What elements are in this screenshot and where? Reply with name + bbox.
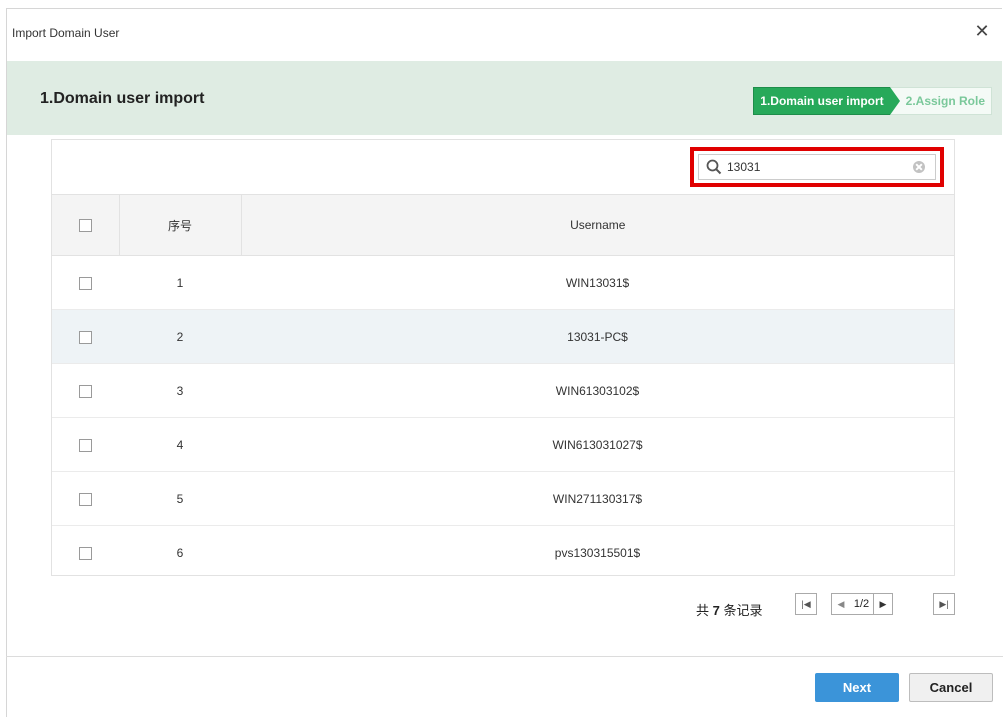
search-icon — [706, 159, 722, 175]
row-username: 13031-PC$ — [567, 329, 628, 344]
header-index: 序号 — [119, 195, 242, 256]
row-index: 4 — [176, 437, 184, 452]
next-page-icon[interactable]: ▶ — [874, 599, 892, 610]
footer-divider — [6, 656, 1003, 657]
row-checkbox-cell[interactable] — [52, 364, 119, 418]
close-icon[interactable]: ✕ — [972, 21, 992, 41]
total-count: 7 — [712, 603, 720, 618]
row-username: WIN13031$ — [565, 275, 630, 290]
total-suffix: 条记录 — [723, 603, 763, 618]
last-page-icon[interactable]: ▶| — [933, 593, 955, 615]
row-username: pvs130315501$ — [554, 545, 641, 560]
row-checkbox[interactable] — [79, 384, 92, 398]
first-page-icon[interactable]: |◀ — [795, 593, 817, 615]
row-checkbox-cell[interactable] — [52, 418, 119, 472]
cancel-button[interactable]: Cancel — [909, 673, 993, 702]
row-index: 3 — [176, 383, 184, 398]
row-checkbox-cell[interactable] — [52, 310, 119, 364]
table-row[interactable]: 2 13031-PC$ — [52, 309, 954, 364]
row-checkbox[interactable] — [79, 546, 92, 560]
search-highlight-box — [690, 147, 944, 187]
step-indicator: 1.Domain user import 2.Assign Role — [753, 87, 992, 115]
total-prefix: 共 — [696, 603, 710, 618]
pagination: 共 7 条记录 |◀ ◀ 1/2 ▶ ▶| — [0, 593, 1003, 623]
step-domain-user-import: 1.Domain user import — [753, 87, 901, 115]
row-checkbox[interactable] — [79, 330, 92, 344]
user-list-panel: 序号 Username 1 WIN13031$ 2 13031-PC$ 3 WI… — [51, 139, 955, 576]
row-index: 6 — [176, 545, 184, 560]
row-index: 5 — [176, 491, 184, 506]
row-index: 2 — [176, 329, 184, 344]
row-username: WIN613031027$ — [552, 437, 643, 452]
dialog-title: Import Domain User — [12, 26, 120, 40]
table-row[interactable]: 6 pvs130315501$ — [52, 526, 954, 580]
panel-toolbar — [52, 140, 954, 195]
table-header-row: 序号 Username — [52, 195, 954, 256]
row-checkbox[interactable] — [79, 276, 92, 290]
next-button[interactable]: Next — [815, 673, 899, 702]
table-row[interactable]: 4 WIN613031027$ — [52, 418, 954, 472]
table-row[interactable]: 3 WIN61303102$ — [52, 364, 954, 418]
table-row[interactable]: 1 WIN13031$ — [52, 256, 954, 310]
row-checkbox-cell[interactable] — [52, 472, 119, 526]
header-username: Username — [241, 195, 954, 256]
prev-page-icon[interactable]: ◀ — [832, 599, 850, 610]
page-indicator: 1/2 — [850, 594, 874, 614]
total-records: 共 7 条记录 — [696, 600, 763, 619]
search-box[interactable] — [698, 154, 936, 180]
step-assign-role: 2.Assign Role — [889, 87, 992, 115]
user-table: 序号 Username 1 WIN13031$ 2 13031-PC$ 3 WI… — [52, 195, 954, 579]
page-nav: ◀ 1/2 ▶ — [831, 593, 893, 615]
row-checkbox[interactable] — [79, 438, 92, 452]
header-select-all[interactable] — [52, 195, 120, 256]
row-username: WIN271130317$ — [552, 491, 643, 506]
row-checkbox[interactable] — [79, 492, 92, 506]
step-heading: 1.Domain user import — [40, 90, 205, 107]
row-username: WIN61303102$ — [555, 383, 640, 398]
row-index: 1 — [176, 275, 184, 290]
row-checkbox-cell[interactable] — [52, 256, 119, 310]
step-bar: 1.Domain user import 1.Domain user impor… — [7, 61, 1002, 135]
dialog-titlebar: Import Domain User ✕ — [7, 9, 1002, 61]
search-input[interactable] — [723, 160, 913, 174]
clear-icon[interactable] — [913, 161, 925, 173]
table-row[interactable]: 5 WIN271130317$ — [52, 472, 954, 526]
select-all-checkbox[interactable] — [78, 219, 92, 233]
row-checkbox-cell[interactable] — [52, 526, 119, 580]
